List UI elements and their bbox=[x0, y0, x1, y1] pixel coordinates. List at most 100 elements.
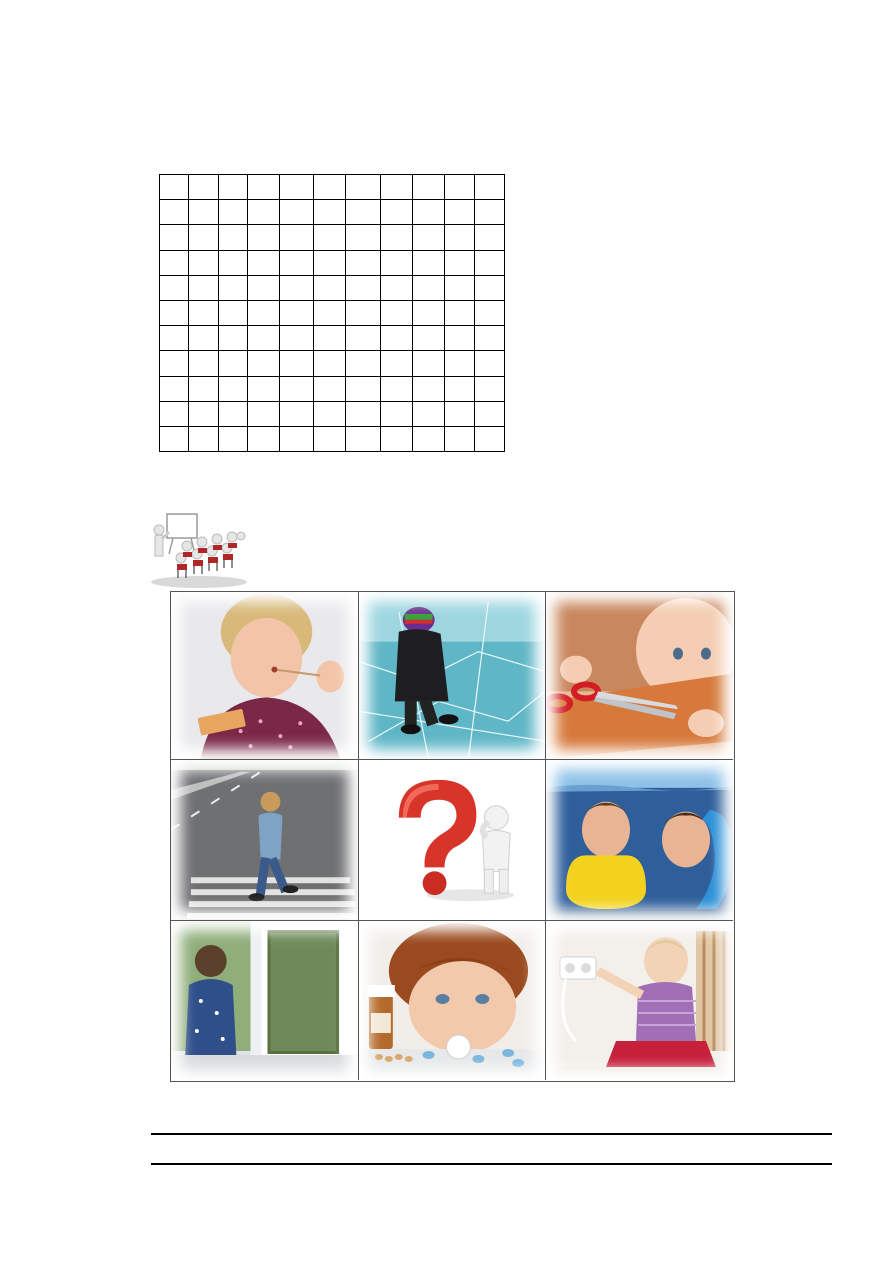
grid-cell[interactable] bbox=[218, 299, 248, 327]
grid-cell[interactable] bbox=[188, 325, 219, 352]
grid-cell[interactable] bbox=[218, 173, 248, 201]
grid-cell[interactable] bbox=[313, 425, 346, 453]
grid-cell[interactable] bbox=[279, 299, 314, 327]
grid-cell[interactable] bbox=[474, 173, 505, 201]
grid-cell[interactable] bbox=[412, 274, 445, 301]
grid-cell[interactable] bbox=[444, 249, 475, 276]
grid-cell[interactable] bbox=[188, 199, 219, 226]
grid-cell[interactable] bbox=[188, 274, 219, 301]
grid-cell[interactable] bbox=[159, 350, 189, 377]
grid-cell[interactable] bbox=[474, 249, 505, 276]
grid-cell[interactable] bbox=[412, 375, 445, 402]
grid-cell[interactable] bbox=[313, 224, 346, 251]
grid-cell[interactable] bbox=[279, 400, 314, 427]
grid-cell[interactable] bbox=[412, 173, 445, 201]
grid-cell[interactable] bbox=[313, 375, 346, 402]
grid-cell[interactable] bbox=[188, 249, 219, 276]
grid-cell[interactable] bbox=[474, 325, 505, 352]
grid-cell[interactable] bbox=[412, 249, 445, 276]
grid-cell[interactable] bbox=[345, 425, 381, 453]
grid-cell[interactable] bbox=[444, 400, 475, 427]
grid-cell[interactable] bbox=[313, 350, 346, 377]
grid-cell[interactable] bbox=[380, 249, 413, 276]
grid-cell[interactable] bbox=[345, 274, 381, 301]
grid-cell[interactable] bbox=[345, 325, 381, 352]
grid-cell[interactable] bbox=[444, 224, 475, 251]
grid-cell[interactable] bbox=[188, 375, 219, 402]
grid-cell[interactable] bbox=[380, 375, 413, 402]
grid-cell[interactable] bbox=[247, 425, 280, 453]
grid-cell[interactable] bbox=[159, 325, 189, 352]
grid-cell[interactable] bbox=[218, 400, 248, 427]
grid-cell[interactable] bbox=[218, 274, 248, 301]
grid-cell[interactable] bbox=[159, 274, 189, 301]
grid-cell[interactable] bbox=[412, 400, 445, 427]
grid-cell[interactable] bbox=[247, 249, 280, 276]
grid-cell[interactable] bbox=[380, 325, 413, 352]
grid-cell[interactable] bbox=[188, 173, 219, 201]
grid-cell[interactable] bbox=[247, 173, 280, 201]
grid-cell[interactable] bbox=[474, 274, 505, 301]
grid-cell[interactable] bbox=[474, 299, 505, 327]
grid-cell[interactable] bbox=[188, 224, 219, 251]
answer-line[interactable] bbox=[151, 1163, 832, 1165]
grid-cell[interactable] bbox=[313, 173, 346, 201]
grid-cell[interactable] bbox=[159, 400, 189, 427]
grid-cell[interactable] bbox=[159, 299, 189, 327]
grid-cell[interactable] bbox=[247, 350, 280, 377]
grid-cell[interactable] bbox=[279, 325, 314, 352]
grid-cell[interactable] bbox=[218, 325, 248, 352]
grid-cell[interactable] bbox=[159, 425, 189, 453]
grid-cell[interactable] bbox=[188, 425, 219, 453]
grid-cell[interactable] bbox=[313, 400, 346, 427]
grid-cell[interactable] bbox=[412, 350, 445, 377]
grid-cell[interactable] bbox=[444, 325, 475, 352]
grid-cell[interactable] bbox=[380, 274, 413, 301]
grid-cell[interactable] bbox=[313, 249, 346, 276]
grid-cell[interactable] bbox=[444, 350, 475, 377]
grid-cell[interactable] bbox=[345, 199, 381, 226]
grid-cell[interactable] bbox=[444, 375, 475, 402]
grid-cell[interactable] bbox=[444, 199, 475, 226]
grid-cell[interactable] bbox=[218, 375, 248, 402]
grid-cell[interactable] bbox=[279, 350, 314, 377]
grid-cell[interactable] bbox=[412, 325, 445, 352]
grid-cell[interactable] bbox=[188, 299, 219, 327]
grid-cell[interactable] bbox=[474, 425, 505, 453]
grid-cell[interactable] bbox=[218, 425, 248, 453]
grid-cell[interactable] bbox=[247, 299, 280, 327]
grid-cell[interactable] bbox=[444, 299, 475, 327]
grid-cell[interactable] bbox=[279, 249, 314, 276]
grid-cell[interactable] bbox=[345, 375, 381, 402]
grid-cell[interactable] bbox=[412, 224, 445, 251]
grid-cell[interactable] bbox=[313, 274, 346, 301]
grid-cell[interactable] bbox=[247, 325, 280, 352]
grid-cell[interactable] bbox=[279, 173, 314, 201]
grid-cell[interactable] bbox=[247, 199, 280, 226]
grid-cell[interactable] bbox=[188, 400, 219, 427]
grid-cell[interactable] bbox=[380, 199, 413, 226]
grid-cell[interactable] bbox=[474, 350, 505, 377]
answer-line[interactable] bbox=[151, 1133, 832, 1135]
grid-cell[interactable] bbox=[474, 375, 505, 402]
grid-cell[interactable] bbox=[247, 224, 280, 251]
grid-cell[interactable] bbox=[159, 375, 189, 402]
grid-cell[interactable] bbox=[247, 375, 280, 402]
grid-cell[interactable] bbox=[345, 173, 381, 201]
grid-cell[interactable] bbox=[412, 425, 445, 453]
grid-cell[interactable] bbox=[345, 400, 381, 427]
grid-cell[interactable] bbox=[474, 400, 505, 427]
grid-cell[interactable] bbox=[159, 224, 189, 251]
grid-cell[interactable] bbox=[188, 350, 219, 377]
grid-cell[interactable] bbox=[313, 199, 346, 226]
grid-cell[interactable] bbox=[218, 224, 248, 251]
grid-cell[interactable] bbox=[380, 350, 413, 377]
grid-cell[interactable] bbox=[345, 299, 381, 327]
grid-cell[interactable] bbox=[159, 249, 189, 276]
grid-cell[interactable] bbox=[474, 199, 505, 226]
grid-cell[interactable] bbox=[412, 199, 445, 226]
grid-cell[interactable] bbox=[279, 224, 314, 251]
grid-cell[interactable] bbox=[345, 350, 381, 377]
grid-cell[interactable] bbox=[412, 299, 445, 327]
grid-cell[interactable] bbox=[247, 274, 280, 301]
